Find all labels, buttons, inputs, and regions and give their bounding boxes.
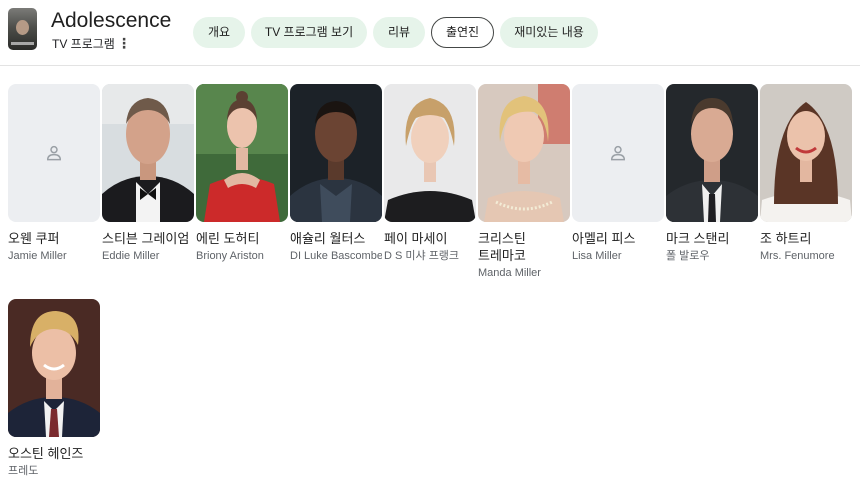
cast-role: Jamie Miller bbox=[8, 250, 67, 262]
cast-card[interactable]: 아멜리 피스 Lisa Miller bbox=[572, 84, 664, 274]
cast-name: 에린 도허티 bbox=[196, 231, 260, 246]
cast-photo bbox=[478, 84, 570, 222]
cast-card[interactable]: 오웬 쿠퍼 Jamie Miller bbox=[8, 84, 100, 274]
cast-role: 폴 발로우 bbox=[666, 250, 710, 262]
tab-cast[interactable]: 출연진 bbox=[431, 17, 494, 48]
cast-name: 조 하트리 bbox=[760, 231, 812, 246]
tab-overview[interactable]: 개요 bbox=[193, 17, 245, 48]
poster-face bbox=[16, 20, 29, 35]
cast-photo-placeholder bbox=[8, 84, 100, 222]
cast-role: Lisa Miller bbox=[572, 250, 622, 262]
cast-role: DI Luke Bascombe bbox=[290, 250, 382, 262]
cast-role: Manda Miller bbox=[478, 267, 541, 279]
cast-name: 오스틴 헤인즈 bbox=[8, 446, 84, 461]
cast-name: 애슐리 월터스 bbox=[290, 231, 366, 246]
cast-card[interactable]: 마크 스탠리 폴 발로우 bbox=[666, 84, 758, 274]
cast-role: Eddie Miller bbox=[102, 250, 160, 262]
cast-card[interactable]: 애슐리 월터스 DI Luke Bascombe bbox=[290, 84, 382, 274]
cast-name: 페이 마세이 bbox=[384, 231, 448, 246]
cast-name: 마크 스탠리 bbox=[666, 231, 730, 246]
show-poster-thumbnail[interactable] bbox=[8, 8, 37, 50]
cast-photo bbox=[290, 84, 382, 222]
cast-role: Mrs. Fenumore bbox=[760, 250, 835, 262]
cast-card[interactable]: 오스틴 헤인즈 프레도 bbox=[8, 299, 100, 477]
cast-photo bbox=[102, 84, 194, 222]
tab-trivia[interactable]: 재미있는 내용 bbox=[500, 17, 598, 48]
page-title: Adolescence bbox=[51, 9, 172, 32]
page-subtitle: TV 프로그램 bbox=[52, 37, 115, 51]
cast-name: 오웬 쿠퍼 bbox=[8, 231, 60, 246]
cast-photo bbox=[760, 84, 852, 222]
person-icon bbox=[610, 145, 626, 161]
cast-photo bbox=[8, 299, 100, 437]
more-options-icon[interactable]: ⋮ bbox=[117, 35, 131, 51]
cast-name: 스티븐 그레이엄 bbox=[102, 231, 190, 246]
poster-title-band bbox=[11, 42, 34, 45]
cast-role: D S 미샤 프랭크 bbox=[384, 250, 460, 262]
cast-name: 아멜리 피스 bbox=[572, 231, 636, 246]
header: Adolescence TV 프로그램 ⋮ 개요 TV 프로그램 보기 리뷰 출… bbox=[0, 0, 860, 66]
cast-name: 크리스틴 트레마코 bbox=[478, 231, 526, 263]
cast-photo bbox=[196, 84, 288, 222]
cast-photo-placeholder bbox=[572, 84, 664, 222]
person-icon bbox=[46, 145, 62, 161]
cast-card[interactable]: 페이 마세이 D S 미샤 프랭크 bbox=[384, 84, 476, 274]
cast-card[interactable]: 조 하트리 Mrs. Fenumore bbox=[760, 84, 852, 274]
cast-role: Briony Ariston bbox=[196, 250, 264, 262]
tab-reviews[interactable]: 리뷰 bbox=[373, 17, 425, 48]
cast-photo bbox=[666, 84, 758, 222]
cast-role: 프레도 bbox=[8, 465, 39, 477]
cast-card[interactable]: 에린 도허티 Briony Ariston bbox=[196, 84, 288, 274]
tab-watch-show[interactable]: TV 프로그램 보기 bbox=[251, 17, 367, 48]
cast-photo bbox=[384, 84, 476, 222]
cast-card[interactable]: 크리스틴 트레마코 Manda Miller bbox=[478, 84, 570, 284]
cast-card[interactable]: 스티븐 그레이엄 Eddie Miller bbox=[102, 84, 194, 274]
